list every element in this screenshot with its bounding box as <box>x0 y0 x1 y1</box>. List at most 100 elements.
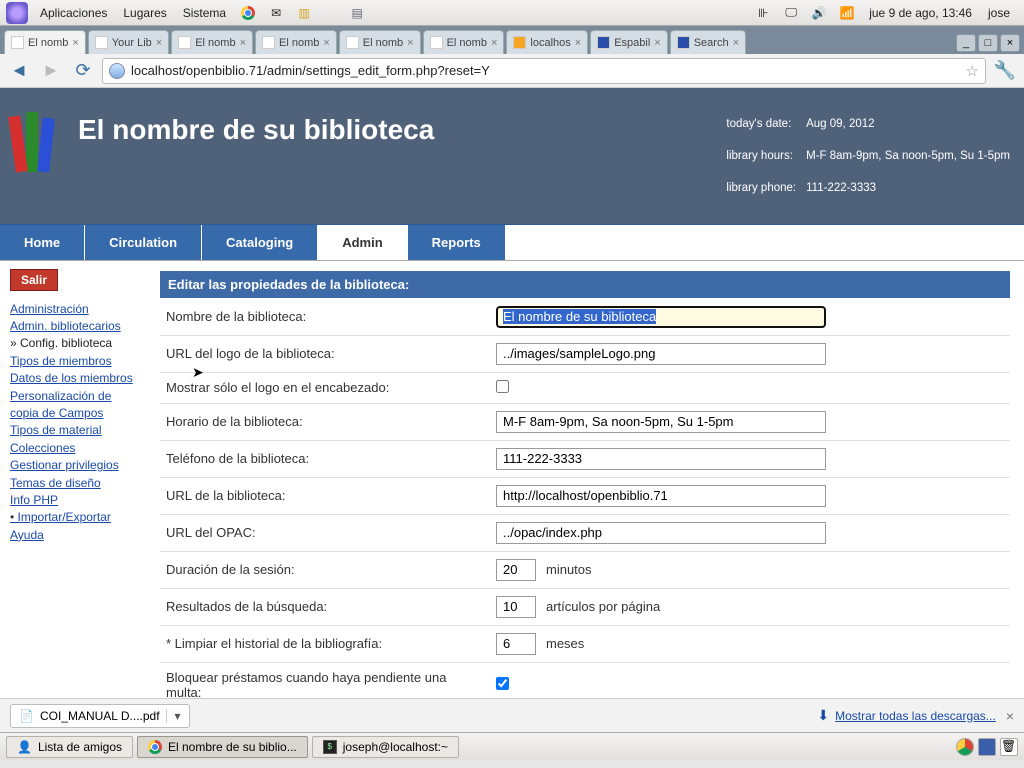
tab-reports[interactable]: Reports <box>408 225 506 260</box>
form-heading: Editar las propiedades de la biblioteca: <box>160 271 1010 298</box>
tray-trash-icon[interactable]: 🗑 <box>1000 738 1018 756</box>
download-shelf: 📄 COI_MANUAL D....pdf ▾ ⬇ Mostrar todas … <box>0 698 1024 732</box>
phone-label: library phone: <box>726 174 804 204</box>
tray-workspace-icon[interactable] <box>978 738 996 756</box>
close-icon[interactable]: × <box>152 37 162 49</box>
checkbox-block-loans[interactable] <box>496 677 509 690</box>
browser-tabstrip: El nomb× Your Lib× El nomb× El nomb× El … <box>0 26 1024 54</box>
label-purge: * Limpiar el historial de la bibliografí… <box>160 625 490 662</box>
browser-tab-1[interactable]: Your Lib× <box>88 30 169 54</box>
browser-tab-5[interactable]: El nomb× <box>423 30 505 54</box>
download-item[interactable]: 📄 COI_MANUAL D....pdf ▾ <box>10 704 190 728</box>
sidebar-link-materialtypes[interactable]: Tipos de material <box>10 422 142 439</box>
sidebar-link-collections[interactable]: Colecciones <box>10 440 142 457</box>
network-tray-icon[interactable]: ⊪ <box>754 4 772 22</box>
input-phone[interactable] <box>496 448 826 470</box>
tab-circulation[interactable]: Circulation <box>85 225 202 260</box>
sidebar-link-copyfields[interactable]: Personalización de copia de Campos <box>10 388 142 423</box>
input-logo-url[interactable] <box>496 343 826 365</box>
user-menu[interactable]: jose <box>980 6 1018 20</box>
menu-system[interactable]: Sistema <box>175 6 234 20</box>
sidebar-link-admin[interactable]: Administración <box>10 301 142 318</box>
sidebar-link-privileges[interactable]: Gestionar privilegios <box>10 457 142 474</box>
input-library-name[interactable] <box>496 306 826 328</box>
close-icon[interactable]: × <box>650 37 660 49</box>
close-icon[interactable]: × <box>571 37 581 49</box>
monitor-icon[interactable]: ▤ <box>348 4 366 22</box>
task-label: Lista de amigos <box>38 740 122 754</box>
tab-home[interactable]: Home <box>0 225 85 260</box>
bookmark-star-icon[interactable]: ☆ <box>966 62 979 80</box>
sidebar-link-import-export[interactable]: Importar/Exportar <box>10 509 142 526</box>
close-icon[interactable]: × <box>403 37 413 49</box>
input-purge[interactable] <box>496 633 536 655</box>
close-icon[interactable]: × <box>319 37 329 49</box>
download-arrow-icon: ⬇ <box>817 707 829 724</box>
browser-tab-8[interactable]: Search× <box>670 30 746 54</box>
tab-label: El nomb <box>195 37 235 49</box>
browser-tab-0[interactable]: El nomb× <box>4 30 86 54</box>
favicon-icon <box>430 36 443 49</box>
clock[interactable]: jue 9 de ago, 13:46 <box>861 6 980 20</box>
sidebar-link-memberdata[interactable]: Datos de los miembros <box>10 370 142 387</box>
address-bar[interactable]: localhost/openbiblio.71/admin/settings_e… <box>102 58 986 84</box>
menu-applications[interactable]: Aplicaciones <box>32 6 115 20</box>
task-chrome[interactable]: El nombre de su biblio... <box>137 736 308 758</box>
close-icon[interactable]: × <box>68 37 78 49</box>
close-icon[interactable]: × <box>236 37 246 49</box>
window-minimize-button[interactable]: _ <box>956 34 976 52</box>
task-label: El nombre de su biblio... <box>168 740 297 754</box>
page-viewport: El nombre de su biblioteca today's date:… <box>0 88 1024 698</box>
browser-tab-7[interactable]: Espabil× <box>590 30 668 54</box>
label-library-url: URL de la biblioteca: <box>160 477 490 514</box>
close-icon[interactable]: × <box>487 37 497 49</box>
checkbox-only-logo[interactable] <box>496 380 509 393</box>
browser-tab-6[interactable]: localhos× <box>506 30 588 54</box>
wrench-menu-button[interactable]: 🔧 <box>992 58 1018 84</box>
mail-icon[interactable]: ✉ <box>267 4 285 22</box>
task-terminal[interactable]: $ joseph@localhost:~ <box>312 736 459 758</box>
download-shelf-close-icon[interactable]: × <box>1006 708 1014 724</box>
sidebar-link-librarians[interactable]: Admin. bibliotecarios <box>10 318 142 335</box>
input-results[interactable] <box>496 596 536 618</box>
window-close-button[interactable]: × <box>1000 34 1020 52</box>
sidebar-link-membertypes[interactable]: Tipos de miembros <box>10 353 142 370</box>
favicon-icon <box>513 36 526 49</box>
reload-button[interactable]: ⟳ <box>70 58 96 84</box>
tray-chrome-icon[interactable] <box>956 738 974 756</box>
chevron-down-icon[interactable]: ▾ <box>166 709 181 723</box>
close-icon[interactable]: × <box>729 37 739 49</box>
window-maximize-button[interactable]: □ <box>978 34 998 52</box>
browser-tab-2[interactable]: El nomb× <box>171 30 253 54</box>
tab-label: Your Lib <box>112 37 152 49</box>
signal-tray-icon[interactable]: 📶 <box>838 4 856 22</box>
favicon-icon <box>597 36 610 49</box>
show-all-downloads-link[interactable]: Mostrar todas las descargas... <box>835 709 996 723</box>
tab-cataloging[interactable]: Cataloging <box>202 225 318 260</box>
browser-tab-3[interactable]: El nomb× <box>255 30 337 54</box>
chrome-launcher-icon[interactable] <box>239 4 257 22</box>
input-session[interactable] <box>496 559 536 581</box>
input-opac-url[interactable] <box>496 522 826 544</box>
task-friends[interactable]: 👤 Lista de amigos <box>6 736 133 758</box>
file-icon: 📄 <box>19 709 34 723</box>
input-hours[interactable] <box>496 411 826 433</box>
back-button[interactable]: ◄ <box>6 58 32 84</box>
sidebar-link-themes[interactable]: Temas de diseño <box>10 475 142 492</box>
label-hours: Horario de la biblioteca: <box>160 403 490 440</box>
input-library-url[interactable] <box>496 485 826 507</box>
browser-tab-4[interactable]: El nomb× <box>339 30 421 54</box>
tab-admin[interactable]: Admin <box>318 225 407 260</box>
chrome-icon <box>148 740 162 754</box>
note-icon[interactable]: ▥ <box>295 4 313 22</box>
hours-label: library hours: <box>726 142 804 172</box>
favicon-icon <box>178 36 191 49</box>
volume-tray-icon[interactable]: 🔊 <box>810 4 828 22</box>
gnome-menu-icon[interactable] <box>6 2 28 24</box>
menu-places[interactable]: Lugares <box>115 6 174 20</box>
sidebar-link-help[interactable]: Ayuda <box>10 527 142 544</box>
logout-button[interactable]: Salir <box>10 269 58 291</box>
sidebar-link-phpinfo[interactable]: Info PHP <box>10 492 142 509</box>
display-tray-icon[interactable]: 🖵 <box>782 4 800 22</box>
download-filename: COI_MANUAL D....pdf <box>40 709 160 723</box>
